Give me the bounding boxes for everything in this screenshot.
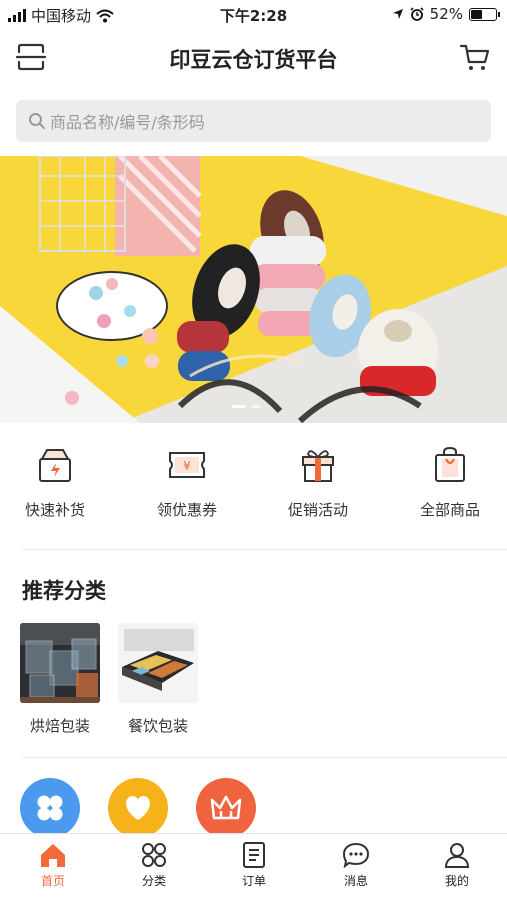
quick-restock-label: 快速补货 [24,501,85,519]
header: 印豆云仓订货平台 [0,30,507,90]
message-icon [342,842,370,868]
quick-all-products-label: 全部商品 [419,501,480,519]
quick-coupon[interactable]: ¥ 领优惠券 [127,445,247,520]
search-bar-container: 商品名称/编号/条形码 [0,90,507,156]
page-title: 印豆云仓订货平台 [169,48,338,72]
bag-icon [435,446,465,482]
coupon-icon: ¥ [169,452,205,478]
quick-restock[interactable]: 快速补货 [0,445,115,520]
svg-text:¥: ¥ [183,459,191,473]
quick-promotion-label: 促销活动 [287,501,348,519]
category-catering-image [118,623,198,703]
tab-home-label: 首页 [40,874,65,888]
tab-profile[interactable]: 我的 [417,842,497,889]
tab-home[interactable]: 首页 [13,842,93,889]
section-divider [22,549,507,550]
clover-icon[interactable] [20,778,80,838]
quick-actions: 快速补货 ¥ 领优惠券 促销活动 全部商品 [0,423,507,548]
gift-icon [302,450,334,482]
category-baking-image [20,623,100,703]
tab-profile-label: 我的 [444,874,469,888]
banner-dot-active [232,405,246,408]
quick-promotion[interactable]: 促销活动 [258,445,378,520]
user-icon [444,843,470,868]
restock-icon [39,449,71,482]
tab-orders-label: 订单 [241,874,266,888]
battery-percent: 52% [429,5,463,23]
quick-all-products[interactable]: 全部商品 [390,445,507,520]
tab-messages-label: 消息 [343,874,368,888]
tab-messages[interactable]: 消息 [316,842,396,889]
heart-icon[interactable] [108,778,168,838]
category-catering-label: 餐饮包装 [127,717,188,735]
search-input[interactable]: 商品名称/编号/条形码 [16,100,491,142]
search-placeholder: 商品名称/编号/条形码 [50,113,205,132]
home-content: 快速补货 ¥ 领优惠券 促销活动 全部商品 推荐分类 烘焙包装 餐饮包装 [0,423,507,838]
home-icon [41,844,65,867]
order-icon [243,842,265,868]
tab-category-label: 分类 [141,874,166,888]
grid-icon [142,843,166,867]
recommended-title: 推荐分类 [22,579,106,603]
status-bar: 中国移动 下午2:28 52% [0,0,507,30]
banner-image [0,156,507,423]
crown-icon[interactable] [196,778,256,838]
alarm-icon [410,7,424,21]
quick-coupon-label: 领优惠券 [156,501,217,519]
tab-bar: 首页 分类 订单 消息 我的 [0,833,507,900]
status-right: 52% [392,5,500,23]
banner-dot [252,405,260,408]
banner-pagination [232,405,260,408]
cart-icon[interactable] [459,42,491,72]
location-arrow-icon [392,9,403,19]
banner-carousel[interactable] [0,156,507,423]
category-baking-label: 烘焙包装 [29,717,90,735]
category-catering[interactable]: 餐饮包装 [116,623,200,736]
battery-icon [469,7,500,21]
feature-entries [0,778,507,838]
category-baking[interactable]: 烘焙包装 [18,623,102,736]
tab-orders[interactable]: 订单 [214,842,294,889]
search-icon [29,113,45,129]
section-divider [22,757,507,758]
tab-category[interactable]: 分类 [114,842,194,889]
